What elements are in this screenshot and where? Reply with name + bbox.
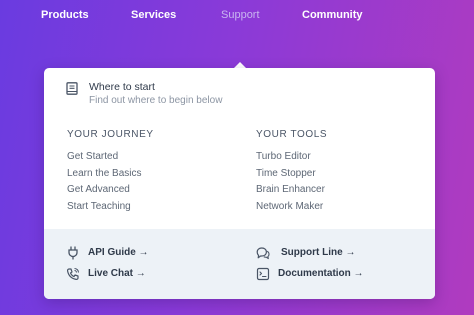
journey-heading: YOUR JOURNEY: [67, 129, 154, 140]
tools-heading: YOUR TOOLS: [256, 129, 328, 140]
link-brain-enhancer[interactable]: Brain Enhancer: [256, 182, 327, 199]
phone-icon: [66, 267, 80, 281]
support-dropdown: Where to start Find out where to begin b…: [44, 68, 435, 299]
nav-products[interactable]: Products: [41, 9, 89, 21]
tools-column: YOUR TOOLS Turbo Editor Time Stopper Bra…: [256, 129, 327, 215]
link-network-maker[interactable]: Network Maker: [256, 199, 327, 216]
support-line-label: Support Line →: [281, 247, 356, 258]
link-start-teaching[interactable]: Start Teaching: [67, 199, 154, 216]
nav-services[interactable]: Services: [131, 9, 176, 21]
api-guide-label: API Guide →: [88, 247, 149, 258]
link-time-stopper[interactable]: Time Stopper: [256, 166, 327, 183]
journey-column: YOUR JOURNEY Get Started Learn the Basic…: [67, 129, 154, 215]
nav-support[interactable]: Support: [221, 9, 260, 21]
top-nav: Products Services Support Community: [0, 9, 474, 25]
plug-icon: [68, 246, 78, 260]
documentation-label: Documentation →: [278, 268, 364, 279]
live-chat-label: Live Chat →: [88, 268, 146, 279]
chat-bubbles-icon: [256, 247, 270, 260]
intro-subtitle: Find out where to begin below: [89, 95, 223, 106]
book-icon: [66, 82, 78, 95]
link-learn-basics[interactable]: Learn the Basics: [67, 166, 154, 183]
intro-title: Where to start: [89, 81, 155, 93]
nav-community[interactable]: Community: [302, 9, 363, 21]
link-get-started[interactable]: Get Started: [67, 149, 154, 166]
link-get-advanced[interactable]: Get Advanced: [67, 182, 154, 199]
link-turbo-editor[interactable]: Turbo Editor: [256, 149, 327, 166]
document-icon: [256, 267, 270, 281]
dropdown-footer: API Guide → Live Chat → Support Line → D…: [44, 229, 435, 299]
